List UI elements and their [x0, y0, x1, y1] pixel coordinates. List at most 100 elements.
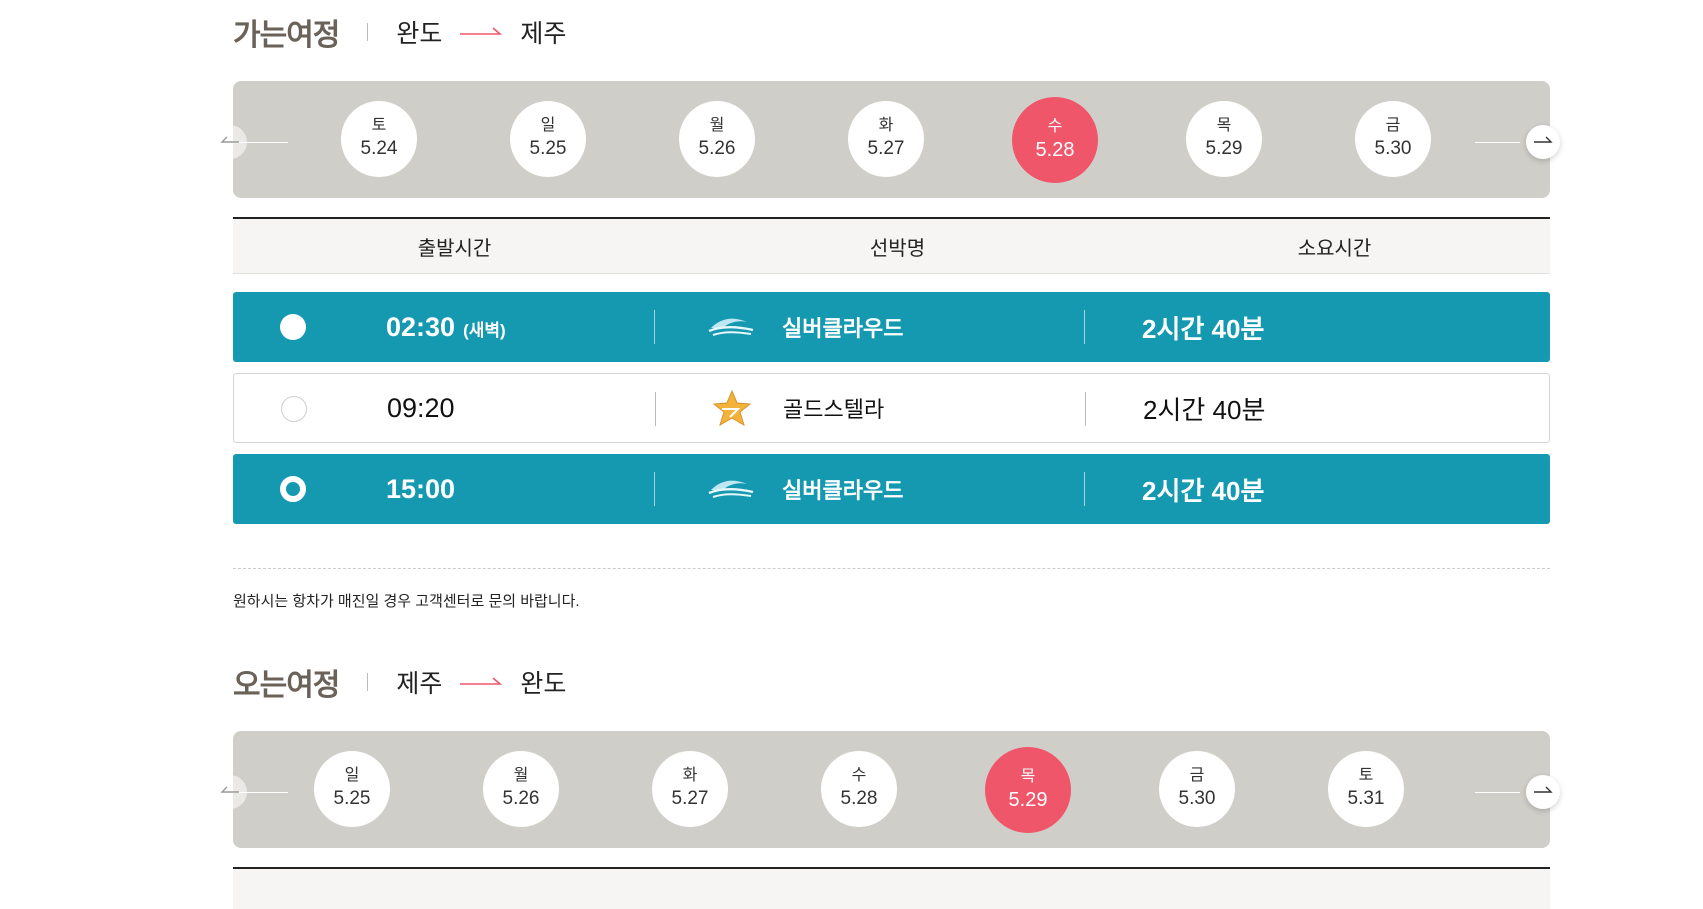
date-chip[interactable]: 금 5.30	[1159, 751, 1235, 827]
row-radio[interactable]	[280, 314, 306, 340]
date-md: 5.26	[502, 788, 540, 809]
date-md: 5.29	[1008, 789, 1048, 811]
date-chip[interactable]: 화 5.27	[652, 751, 728, 827]
next-date-button[interactable]	[1526, 775, 1560, 809]
date-dow: 목	[1020, 768, 1036, 785]
cell-divider	[654, 310, 655, 344]
outbound-section: 가는여정 완도 제주 토 5.24 일 5.25 월 5.26 화 5.27 수	[213, 0, 1560, 611]
trip-duration: 2시간 40분	[1142, 313, 1265, 344]
date-md: 5.27	[867, 138, 905, 159]
cell-divider	[1084, 472, 1085, 506]
arrow-right-icon	[1534, 136, 1553, 143]
route-arrow-icon	[460, 25, 503, 39]
date-chip[interactable]: 목 5.29	[1186, 101, 1262, 177]
date-chip[interactable]: 토 5.24	[341, 101, 417, 177]
date-dow: 목	[1216, 117, 1232, 134]
cell-divider	[655, 392, 656, 426]
date-md: 5.28	[840, 788, 878, 809]
prev-date-button[interactable]	[213, 775, 247, 809]
dashed-divider	[233, 568, 1550, 569]
date-md: 5.27	[671, 788, 709, 809]
return-to: 완도	[520, 670, 567, 698]
date-chip-selected[interactable]: 수 5.28	[1012, 97, 1098, 183]
outbound-trip-header: 가는여정 완도 제주	[233, 0, 1550, 64]
wave-logo-icon	[707, 310, 755, 344]
date-dow: 일	[540, 117, 556, 134]
date-md: 5.30	[1374, 138, 1412, 159]
schedule-row[interactable]: 02:30 (새벽) 실버클라우드 2시간 40분	[233, 292, 1550, 362]
ship-name: 골드스텔라	[783, 397, 885, 422]
date-md: 5.28	[1035, 139, 1075, 161]
time-value: 02:30	[386, 311, 456, 342]
return-table-header	[233, 867, 1550, 909]
arrow-left-icon	[220, 786, 239, 793]
date-dow: 화	[878, 117, 894, 134]
date-dow: 수	[1047, 118, 1063, 135]
departure-time: 02:30 (새벽)	[386, 312, 506, 343]
outbound-title: 가는여정	[233, 19, 340, 52]
outbound-date-strip: 토 5.24 일 5.25 월 5.26 화 5.27 수 5.28 목 5.2…	[213, 81, 1560, 198]
date-chip-selected[interactable]: 목 5.29	[985, 747, 1071, 833]
next-line	[1475, 792, 1520, 793]
date-dow: 토	[371, 117, 387, 134]
time-value: 15:00	[386, 473, 456, 504]
date-chip[interactable]: 월 5.26	[679, 101, 755, 177]
date-md: 5.26	[698, 138, 736, 159]
date-chip[interactable]: 월 5.26	[483, 751, 559, 827]
date-dow: 화	[682, 767, 698, 784]
next-line	[1475, 142, 1520, 143]
schedule-row-selected[interactable]: 15:00 실버클라우드 2시간 40분	[233, 454, 1550, 524]
cell-divider	[654, 472, 655, 506]
wave-logo-icon	[707, 472, 755, 506]
date-dow: 수	[851, 767, 867, 784]
date-md: 5.25	[333, 788, 371, 809]
route-arrow-icon	[460, 675, 503, 689]
date-chip[interactable]: 일 5.25	[314, 751, 390, 827]
col-duration: 소요시간	[1297, 237, 1372, 260]
date-chip[interactable]: 화 5.27	[848, 101, 924, 177]
return-trip-header: 오는여정 제주 완도	[233, 650, 1550, 714]
trip-duration: 2시간 40분	[1142, 475, 1265, 506]
date-chip[interactable]: 수 5.28	[821, 751, 897, 827]
date-dow: 월	[513, 767, 529, 784]
trip-duration: 2시간 40분	[1143, 394, 1266, 425]
ship-name: 실버클라우드	[782, 478, 904, 503]
return-title: 오는여정	[233, 669, 340, 702]
date-dow: 월	[709, 117, 725, 134]
date-chip[interactable]: 토 5.31	[1328, 751, 1404, 827]
next-date-button[interactable]	[1526, 125, 1560, 159]
date-md: 5.29	[1205, 138, 1243, 159]
sold-out-notice: 원하시는 항차가 매진일 경우 고객센터로 문의 바랍니다.	[233, 593, 580, 610]
outbound-to: 제주	[520, 20, 567, 48]
col-departure-time: 출발시간	[417, 237, 492, 260]
departure-time: 09:20	[387, 393, 455, 424]
arrow-left-icon	[220, 136, 239, 143]
date-md: 5.25	[529, 138, 567, 159]
date-md: 5.31	[1347, 788, 1385, 809]
date-dow: 토	[1358, 767, 1374, 784]
schedule-row[interactable]: 09:20 골드스텔라 2시간 40분	[233, 373, 1550, 443]
gold-star-logo-icon	[708, 389, 756, 427]
date-chip[interactable]: 일 5.25	[510, 101, 586, 177]
date-dow: 금	[1385, 117, 1401, 134]
date-chip[interactable]: 금 5.30	[1355, 101, 1431, 177]
date-dow: 금	[1189, 767, 1205, 784]
return-date-strip: 일 5.25 월 5.26 화 5.27 수 5.28 목 5.29 금 5.3…	[213, 731, 1560, 848]
date-md: 5.30	[1178, 788, 1216, 809]
date-dow: 일	[344, 767, 360, 784]
arrow-right-icon	[1534, 786, 1553, 793]
row-radio[interactable]	[280, 476, 306, 502]
cell-divider	[1084, 310, 1085, 344]
ship-name: 실버클라우드	[782, 316, 904, 341]
title-divider	[367, 673, 369, 691]
return-section: 오는여정 제주 완도 일 5.25 월 5.26 화 5.27 수 5.28 목	[213, 650, 1560, 909]
title-divider	[367, 23, 369, 41]
outbound-from: 완도	[396, 20, 443, 48]
time-note: (새벽)	[463, 320, 506, 340]
row-radio[interactable]	[281, 396, 307, 422]
date-md: 5.24	[360, 138, 398, 159]
departure-time: 15:00	[386, 474, 455, 505]
prev-date-button[interactable]	[213, 125, 247, 159]
return-from: 제주	[396, 670, 443, 698]
schedule-table-header: 출발시간 선박명 소요시간	[233, 217, 1550, 274]
